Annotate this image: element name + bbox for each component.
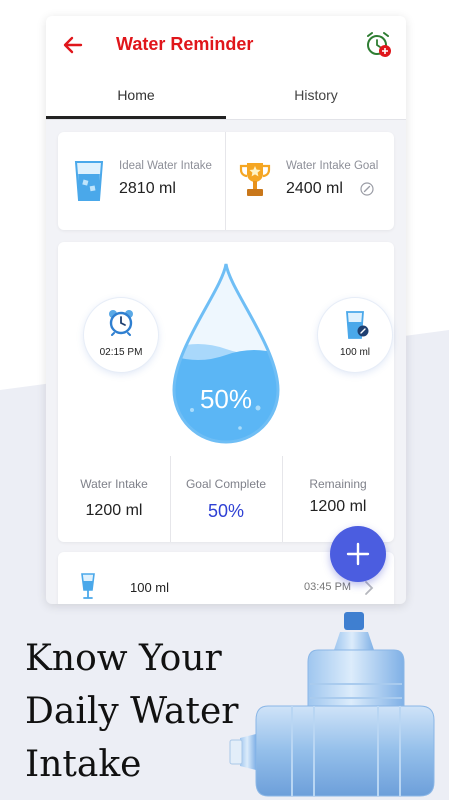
edit-icon[interactable] <box>360 182 374 196</box>
add-water-button[interactable] <box>330 526 386 582</box>
tab-divider <box>46 119 406 120</box>
headline-line-1: Know Your <box>25 638 222 679</box>
intake-value: 1200 ml <box>85 502 143 519</box>
trophy-icon <box>239 163 271 196</box>
goal-intake-value: 2400 ml <box>286 180 343 197</box>
goal-complete-value: 50% <box>207 501 245 521</box>
goals-card: Ideal Water Intake 2810 ml Water Intake … <box>58 132 394 230</box>
goal-complete-label: Goal Complete <box>185 477 267 491</box>
remaining-label: Remaining <box>309 477 367 491</box>
reminder-circle[interactable]: 02:15 PM <box>84 298 158 372</box>
app-title: Water Reminder <box>116 34 254 54</box>
ideal-intake-label: Ideal Water Intake <box>119 160 212 172</box>
progress-card: 02:15 PM 50% 100 ml Water Intake 1200 ml… <box>58 242 394 542</box>
back-arrow-icon[interactable] <box>60 32 86 58</box>
ideal-intake-value: 2810 ml <box>119 180 176 197</box>
water-glass-icon <box>81 573 95 599</box>
water-bottle-icon <box>229 612 435 797</box>
stats-divider-1 <box>170 456 171 542</box>
remaining-value: 1200 ml <box>309 498 367 515</box>
alarm-add-icon[interactable] <box>364 30 392 58</box>
water-glass-icon <box>74 161 104 201</box>
cup-size: 100 ml <box>339 347 370 358</box>
headline-line-3: Intake <box>25 744 142 785</box>
tab-home[interactable]: Home <box>46 74 226 120</box>
cup-icon <box>346 311 369 339</box>
alarm-clock-icon <box>109 310 133 336</box>
plus-icon <box>346 542 370 566</box>
log-time: 03:45 PM <box>304 581 352 593</box>
tab-bar: Home History <box>46 74 406 120</box>
log-amount: 100 ml <box>130 580 170 595</box>
chevron-right-icon[interactable] <box>363 580 375 596</box>
headline-line-2: Daily Water <box>25 691 239 732</box>
headline: Know Your Daily Water Intake <box>25 632 238 791</box>
cup-size-circle[interactable]: 100 ml <box>318 298 392 372</box>
tab-history[interactable]: History <box>226 74 406 120</box>
reminder-time: 02:15 PM <box>99 347 143 358</box>
app-bar: Water Reminder <box>46 16 406 74</box>
water-drop-icon: 50% <box>172 263 280 444</box>
progress-percent: 50% <box>200 384 252 414</box>
goal-intake-label: Water Intake Goal <box>286 160 379 172</box>
intake-label: Water Intake <box>80 477 148 491</box>
goals-divider <box>225 132 226 230</box>
phone-screen: Water Reminder Home History Ideal Water … <box>46 16 406 604</box>
